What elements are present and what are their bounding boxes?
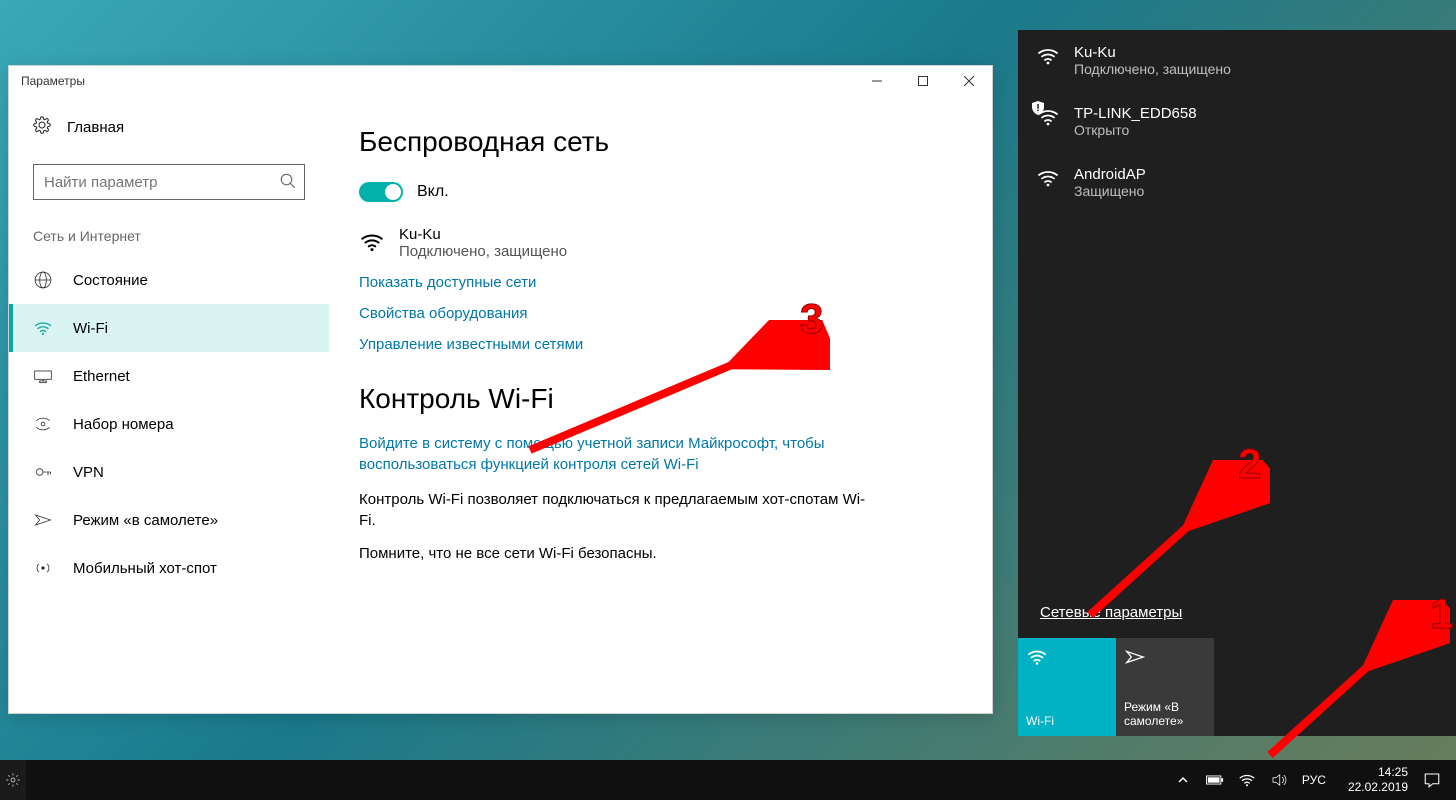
annotation-number-1: 1 bbox=[1430, 590, 1453, 638]
airplane-icon bbox=[1124, 646, 1206, 668]
nav-airplane[interactable]: Режим «в самолете» bbox=[9, 496, 329, 544]
flyout-network-item[interactable]: AndroidAP Защищено bbox=[1018, 152, 1456, 213]
svg-text:!: ! bbox=[1036, 103, 1039, 114]
tile-airplane[interactable]: Режим «В самолете» bbox=[1116, 638, 1214, 736]
flyout-net-name: TP-LINK_EDD658 bbox=[1074, 105, 1197, 122]
wifi-tray-icon[interactable] bbox=[1238, 771, 1256, 789]
shield-warning-icon: ! bbox=[1032, 101, 1044, 115]
search-input[interactable] bbox=[33, 164, 305, 200]
nav-label: Wi-Fi bbox=[73, 320, 108, 337]
wifi-icon bbox=[33, 318, 53, 338]
volume-icon[interactable] bbox=[1270, 771, 1288, 789]
flyout-net-name: AndroidAP bbox=[1074, 166, 1146, 183]
home-label: Главная bbox=[67, 119, 124, 136]
flyout-net-status: Защищено bbox=[1074, 183, 1146, 199]
flyout-net-status: Подключено, защищено bbox=[1074, 61, 1231, 77]
nav-label: Мобильный хот-спот bbox=[73, 560, 217, 577]
window-title: Параметры bbox=[21, 74, 85, 88]
flyout-net-status: Открыто bbox=[1074, 122, 1197, 138]
wifi-icon bbox=[1026, 646, 1108, 668]
nav-vpn[interactable]: VPN bbox=[9, 448, 329, 496]
wifi-icon bbox=[1036, 44, 1060, 77]
flyout-net-name: Ku-Ku bbox=[1074, 44, 1231, 61]
vpn-icon bbox=[33, 462, 53, 482]
globe-icon bbox=[33, 270, 53, 290]
link-hardware-props[interactable]: Свойства оборудования bbox=[359, 305, 962, 322]
action-center-icon[interactable] bbox=[1414, 760, 1450, 800]
system-tray: РУС 14:25 22.02.2019 bbox=[1174, 765, 1408, 795]
search-wrap bbox=[33, 164, 305, 200]
date: 22.02.2019 bbox=[1348, 780, 1408, 795]
search-icon bbox=[279, 172, 297, 195]
close-button[interactable] bbox=[946, 66, 992, 96]
heading-wireless: Беспроводная сеть bbox=[359, 126, 962, 158]
network-status: Подключено, защищено bbox=[399, 243, 567, 260]
category-label: Сеть и Интернет bbox=[9, 200, 329, 256]
nav-dialup[interactable]: Набор номера bbox=[9, 400, 329, 448]
wifi-icon bbox=[1036, 166, 1060, 199]
nav-label: Режим «в самолете» bbox=[73, 512, 218, 529]
settings-window: Параметры Главная bbox=[8, 65, 993, 714]
current-network[interactable]: Ku-Ku Подключено, защищено bbox=[359, 226, 962, 260]
nav-wifi[interactable]: Wi-Fi bbox=[9, 304, 329, 352]
wifi-remember: Помните, что не все сети Wi-Fi безопасны… bbox=[359, 543, 879, 564]
flyout-network-item[interactable]: Ku-Ku Подключено, защищено bbox=[1018, 30, 1456, 91]
link-manage-known[interactable]: Управление известными сетями bbox=[359, 336, 962, 353]
battery-icon[interactable] bbox=[1206, 771, 1224, 789]
tray-chevron-icon[interactable] bbox=[1174, 771, 1192, 789]
link-signin-ms[interactable]: Войдите в систему с помощью учетной запи… bbox=[359, 433, 879, 475]
home-link[interactable]: Главная bbox=[9, 106, 329, 148]
annotation-number-2: 2 bbox=[1238, 440, 1261, 488]
network-flyout: Ku-Ku Подключено, защищено ! TP-LINK_EDD… bbox=[1018, 30, 1456, 736]
nav-ethernet[interactable]: Ethernet bbox=[9, 352, 329, 400]
toggle-label: Вкл. bbox=[417, 183, 449, 201]
taskbar: РУС 14:25 22.02.2019 bbox=[0, 760, 1456, 800]
network-name: Ku-Ku bbox=[399, 226, 567, 243]
tile-wifi[interactable]: Wi-Fi bbox=[1018, 638, 1116, 736]
nav-label: VPN bbox=[73, 464, 104, 481]
nav-label: Ethernet bbox=[73, 368, 130, 385]
quick-tiles: Wi-Fi Режим «В самолете» bbox=[1018, 638, 1214, 736]
wifi-control-desc: Контроль Wi-Fi позволяет подключаться к … bbox=[359, 489, 879, 531]
network-settings-link[interactable]: Сетевые параметры bbox=[1040, 604, 1182, 621]
wifi-open-icon: ! bbox=[1036, 105, 1060, 138]
maximize-button[interactable] bbox=[900, 66, 946, 96]
tile-label: Режим «В самолете» bbox=[1124, 700, 1206, 728]
sidebar: Главная Сеть и Интернет Состояние Wi- bbox=[9, 96, 329, 713]
time: 14:25 bbox=[1348, 765, 1408, 780]
dialup-icon bbox=[33, 414, 53, 434]
hotspot-icon bbox=[33, 558, 53, 578]
nav-label: Набор номера bbox=[73, 416, 174, 433]
minimize-button[interactable] bbox=[854, 66, 900, 96]
flyout-network-item[interactable]: ! TP-LINK_EDD658 Открыто bbox=[1018, 91, 1456, 152]
nav-hotspot[interactable]: Мобильный хот-спот bbox=[9, 544, 329, 592]
nav-status[interactable]: Состояние bbox=[9, 256, 329, 304]
titlebar: Параметры bbox=[9, 66, 992, 96]
annotation-number-3: 3 bbox=[800, 295, 823, 343]
clock[interactable]: 14:25 22.02.2019 bbox=[1348, 765, 1408, 795]
language-indicator[interactable]: РУС bbox=[1302, 773, 1326, 787]
content-pane: Беспроводная сеть Вкл. Ku-Ku Подключено,… bbox=[329, 96, 992, 713]
wifi-toggle[interactable] bbox=[359, 182, 403, 202]
gear-icon bbox=[33, 116, 51, 138]
heading-wifi-control: Контроль Wi-Fi bbox=[359, 383, 962, 415]
link-available-networks[interactable]: Показать доступные сети bbox=[359, 274, 962, 291]
wifi-icon bbox=[359, 229, 385, 260]
taskbar-left-gear[interactable] bbox=[0, 760, 26, 800]
airplane-icon bbox=[33, 510, 53, 530]
tile-label: Wi-Fi bbox=[1026, 714, 1108, 728]
nav-label: Состояние bbox=[73, 272, 148, 289]
ethernet-icon bbox=[33, 366, 53, 386]
